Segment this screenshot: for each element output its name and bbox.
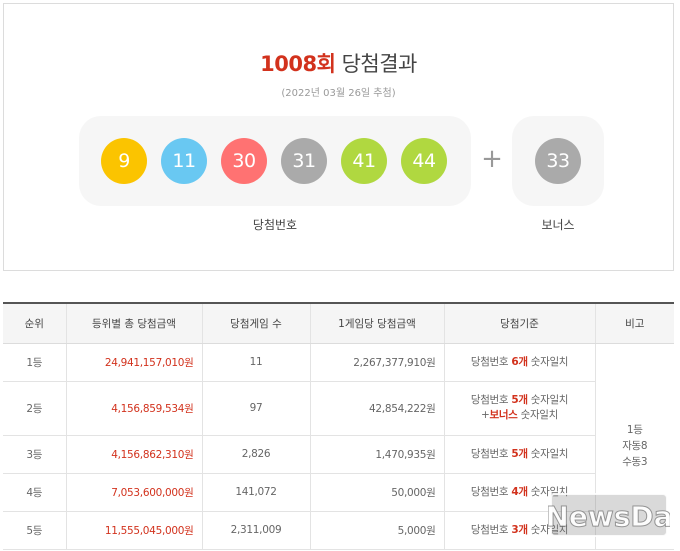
criteria-line: +보너스 숫자일치 — [445, 408, 595, 423]
winning-numbers-panel: 9 11 30 31 41 44 — [79, 116, 471, 206]
number-ball: 11 — [161, 138, 207, 184]
criteria-count: 6개 — [511, 355, 528, 368]
criteria-count: 5개 — [511, 394, 528, 406]
criteria-cell: 당첨번호 5개 숫자일치 +보너스 숫자일치 — [443, 381, 595, 436]
total-prize-cell: 4,156,859,534원 — [65, 381, 202, 436]
winner-count-cell: 141,072 — [201, 473, 310, 512]
total-prize-cell: 4,156,862,310원 — [65, 435, 202, 474]
winner-count-cell: 11 — [201, 343, 310, 382]
watermark-text: NewsDa — [548, 500, 670, 533]
draw-title: 1008회 당첨결과 — [4, 48, 673, 78]
prize-per-game-cell: 1,470,935원 — [309, 435, 444, 474]
number-ball: 9 — [101, 138, 147, 184]
header-rank: 순위 — [3, 302, 66, 344]
total-prize-cell: 7,053,600,000원 — [65, 473, 202, 512]
draw-round: 1008회 — [260, 52, 336, 76]
winning-numbers-label: 당첨번호 — [252, 218, 298, 232]
winner-count-cell: 97 — [201, 381, 310, 436]
criteria-cell: 당첨번호 5개 숫자일치 — [443, 435, 595, 474]
header-note: 비고 — [594, 302, 674, 344]
draw-result-panel: 1008회 당첨결과 (2022년 03월 26일 추첨) 9 11 30 31… — [3, 3, 674, 271]
rank-cell: 1등 — [3, 343, 66, 382]
table-row: 2등 4,156,859,534원 97 42,854,222원 당첨번호 5개… — [3, 381, 674, 436]
total-prize-cell: 11,555,045,000원 — [65, 511, 202, 550]
header-total-prize: 등위별 총 당첨금액 — [65, 302, 202, 344]
criteria-text: 당첨번호 — [470, 447, 512, 460]
criteria-text: 당첨번호 — [470, 523, 512, 536]
prize-per-game-cell: 2,267,377,910원 — [309, 343, 444, 382]
rank-cell: 5등 — [3, 511, 66, 550]
number-ball: 44 — [401, 138, 447, 184]
criteria-text: 당첨번호 — [470, 485, 512, 498]
criteria-text: 당첨번호 — [470, 355, 512, 368]
draw-title-suffix: 당첨결과 — [341, 52, 418, 76]
prize-per-game-cell: 50,000원 — [309, 473, 444, 512]
criteria-count: 4개 — [511, 485, 528, 498]
table-row: 3등 4,156,862,310원 2,826 1,470,935원 당첨번호 … — [3, 435, 674, 474]
draw-date: (2022년 03월 26일 추첨) — [281, 88, 396, 99]
criteria-text: 당첨번호 — [470, 394, 512, 406]
total-prize-cell: 24,941,157,010원 — [65, 343, 202, 382]
criteria-text: 숫자일치 — [527, 447, 569, 460]
criteria-line: 당첨번호 5개 숫자일치 — [445, 393, 595, 408]
criteria-text: 숫자일치 — [517, 409, 559, 421]
winner-count-cell: 2,311,009 — [201, 511, 310, 550]
criteria-count: 5개 — [511, 447, 528, 460]
number-ball: 30 — [221, 138, 267, 184]
number-ball: 41 — [341, 138, 387, 184]
header-winner-count: 당첨게임 수 — [201, 302, 310, 344]
bonus-label: 보너스 — [541, 218, 575, 232]
plus-icon: + — [481, 144, 503, 174]
criteria-count: 3개 — [511, 523, 528, 536]
bonus-number-panel: 33 — [512, 116, 604, 206]
prize-per-game-cell: 5,000원 — [309, 511, 444, 550]
prize-per-game-cell: 42,854,222원 — [309, 381, 444, 436]
rank-cell: 4등 — [3, 473, 66, 512]
rank-cell: 3등 — [3, 435, 66, 474]
table-row: 1등 24,941,157,010원 11 2,267,377,910원 당첨번… — [3, 343, 674, 550]
table-header-row: 순위 등위별 총 당첨금액 당첨게임 수 1게임당 당첨금액 당첨기준 비고 — [3, 302, 674, 344]
winner-count-cell: 2,826 — [201, 435, 310, 474]
number-ball: 31 — [281, 138, 327, 184]
criteria-text: 숫자일치 — [527, 355, 569, 368]
criteria-bonus: 보너스 — [489, 409, 518, 421]
note-line: 1등 — [626, 424, 643, 436]
criteria-cell: 당첨번호 6개 숫자일치 — [443, 343, 595, 382]
rank-cell: 2등 — [3, 381, 66, 436]
note-line: 수동3 — [622, 456, 648, 468]
criteria-text: 숫자일치 — [527, 394, 569, 406]
header-prize-per-game: 1게임당 당첨금액 — [309, 302, 444, 344]
note-line: 자동8 — [622, 440, 648, 452]
header-criteria: 당첨기준 — [443, 302, 595, 344]
newsda-watermark-logo: NewsDa — [548, 493, 670, 537]
bonus-ball: 33 — [535, 138, 581, 184]
